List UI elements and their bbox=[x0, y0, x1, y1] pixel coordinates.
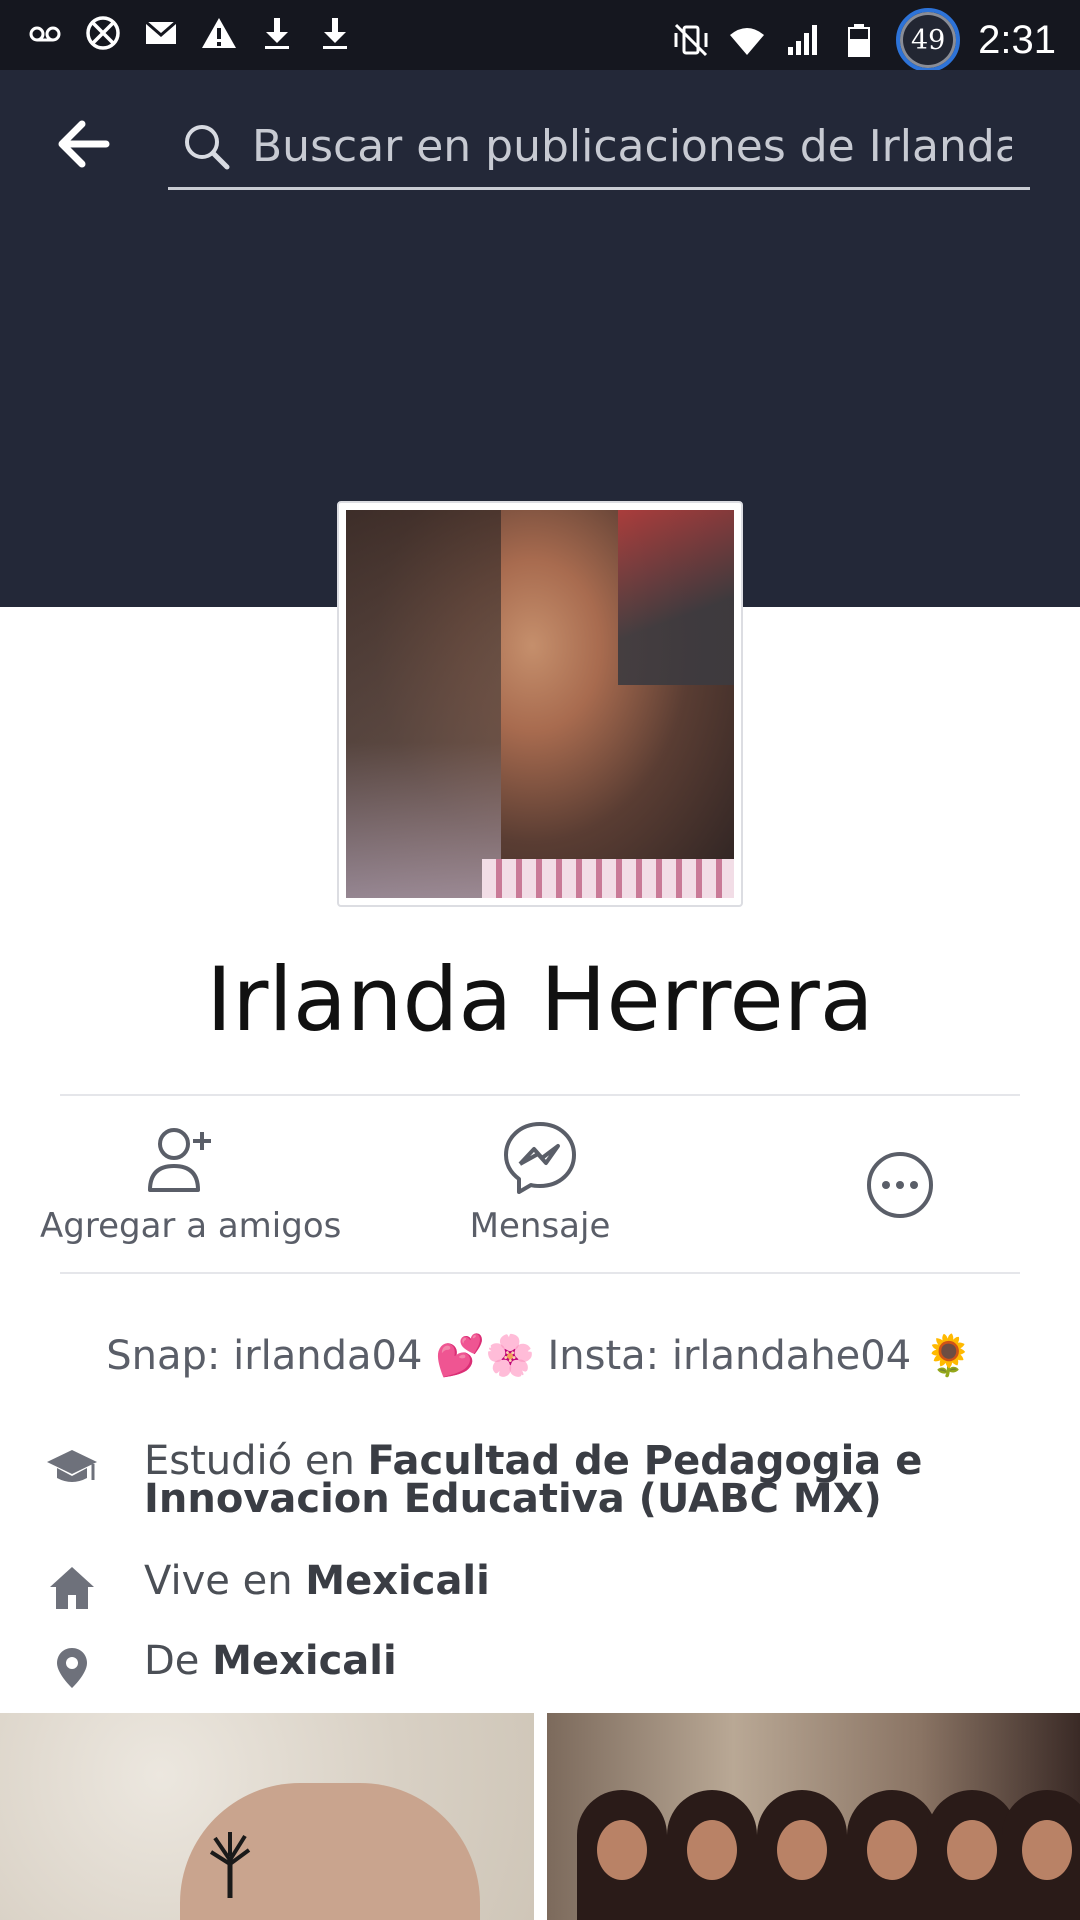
blocked-icon bbox=[84, 14, 122, 52]
messenger-icon bbox=[504, 1122, 576, 1194]
education-text: Estudió en Facultad de Pedagogia e Innov… bbox=[144, 1441, 1040, 1519]
voicemail-icon bbox=[26, 14, 64, 52]
add-friend-label: Agregar a amigos bbox=[40, 1206, 342, 1246]
location-pin-icon bbox=[40, 1642, 104, 1694]
from-text: De Mexicali bbox=[144, 1641, 397, 1681]
info-lives[interactable]: Vive en Mexicali bbox=[40, 1561, 1040, 1614]
featured-photo-1[interactable] bbox=[0, 1713, 534, 1920]
home-icon bbox=[40, 1562, 104, 1614]
search-input[interactable] bbox=[252, 114, 1012, 178]
bio-emoji-sunflower: 🌻 bbox=[923, 1333, 974, 1379]
bio-snap: Snap: irlanda04 bbox=[106, 1333, 423, 1379]
more-button[interactable] bbox=[860, 1150, 940, 1220]
notification-badge: 49 bbox=[896, 8, 961, 72]
warning-icon bbox=[200, 14, 238, 52]
featured-photo-2[interactable] bbox=[547, 1713, 1080, 1920]
more-icon bbox=[867, 1152, 933, 1218]
vibrate-mute-icon bbox=[672, 21, 710, 59]
divider bbox=[60, 1094, 1020, 1096]
signal-icon bbox=[784, 21, 822, 59]
profile-photo bbox=[346, 510, 734, 898]
wifi-icon bbox=[728, 21, 766, 59]
bio-insta: Insta: irlandahe04 bbox=[547, 1333, 912, 1379]
search-icon bbox=[185, 125, 230, 170]
bio-emoji-hearts-flower: 💕🌸 bbox=[435, 1333, 535, 1379]
lives-text: Vive en Mexicali bbox=[144, 1561, 490, 1601]
divider bbox=[60, 1272, 1020, 1274]
from-prefix: De bbox=[144, 1638, 200, 1684]
add-friend-button[interactable]: Agregar a amigos bbox=[40, 1118, 342, 1246]
download-icon bbox=[316, 14, 354, 52]
lives-prefix: Vive en bbox=[144, 1558, 293, 1604]
message-button[interactable]: Mensaje bbox=[420, 1118, 660, 1246]
profile-picture[interactable] bbox=[337, 501, 743, 907]
profile-name: Irlanda Herrera bbox=[206, 948, 874, 1051]
info-from[interactable]: De Mexicali bbox=[40, 1641, 1040, 1694]
tattoo-tree-icon bbox=[209, 1832, 251, 1898]
status-left-icons bbox=[26, 14, 354, 52]
lives-place[interactable]: Mexicali bbox=[305, 1558, 490, 1604]
message-label: Mensaje bbox=[469, 1206, 611, 1246]
battery-icon bbox=[840, 21, 878, 59]
back-arrow-icon[interactable] bbox=[58, 120, 110, 168]
search-bar[interactable] bbox=[168, 104, 1030, 190]
info-education[interactable]: Estudió en Facultad de Pedagogia e Innov… bbox=[40, 1441, 1040, 1519]
download-icon bbox=[258, 14, 296, 52]
status-right-icons: 49 2:31 bbox=[672, 8, 1056, 72]
profile-bio: Snap: irlanda04 💕🌸 Insta: irlandahe04 🌻 bbox=[0, 1332, 1080, 1379]
from-place[interactable]: Mexicali bbox=[212, 1638, 397, 1684]
graduation-cap-icon bbox=[40, 1442, 104, 1494]
status-bar: 49 2:31 bbox=[0, 0, 1080, 72]
mail-icon bbox=[142, 14, 180, 52]
add-friend-icon bbox=[148, 1128, 211, 1192]
clock: 2:31 bbox=[978, 17, 1056, 62]
